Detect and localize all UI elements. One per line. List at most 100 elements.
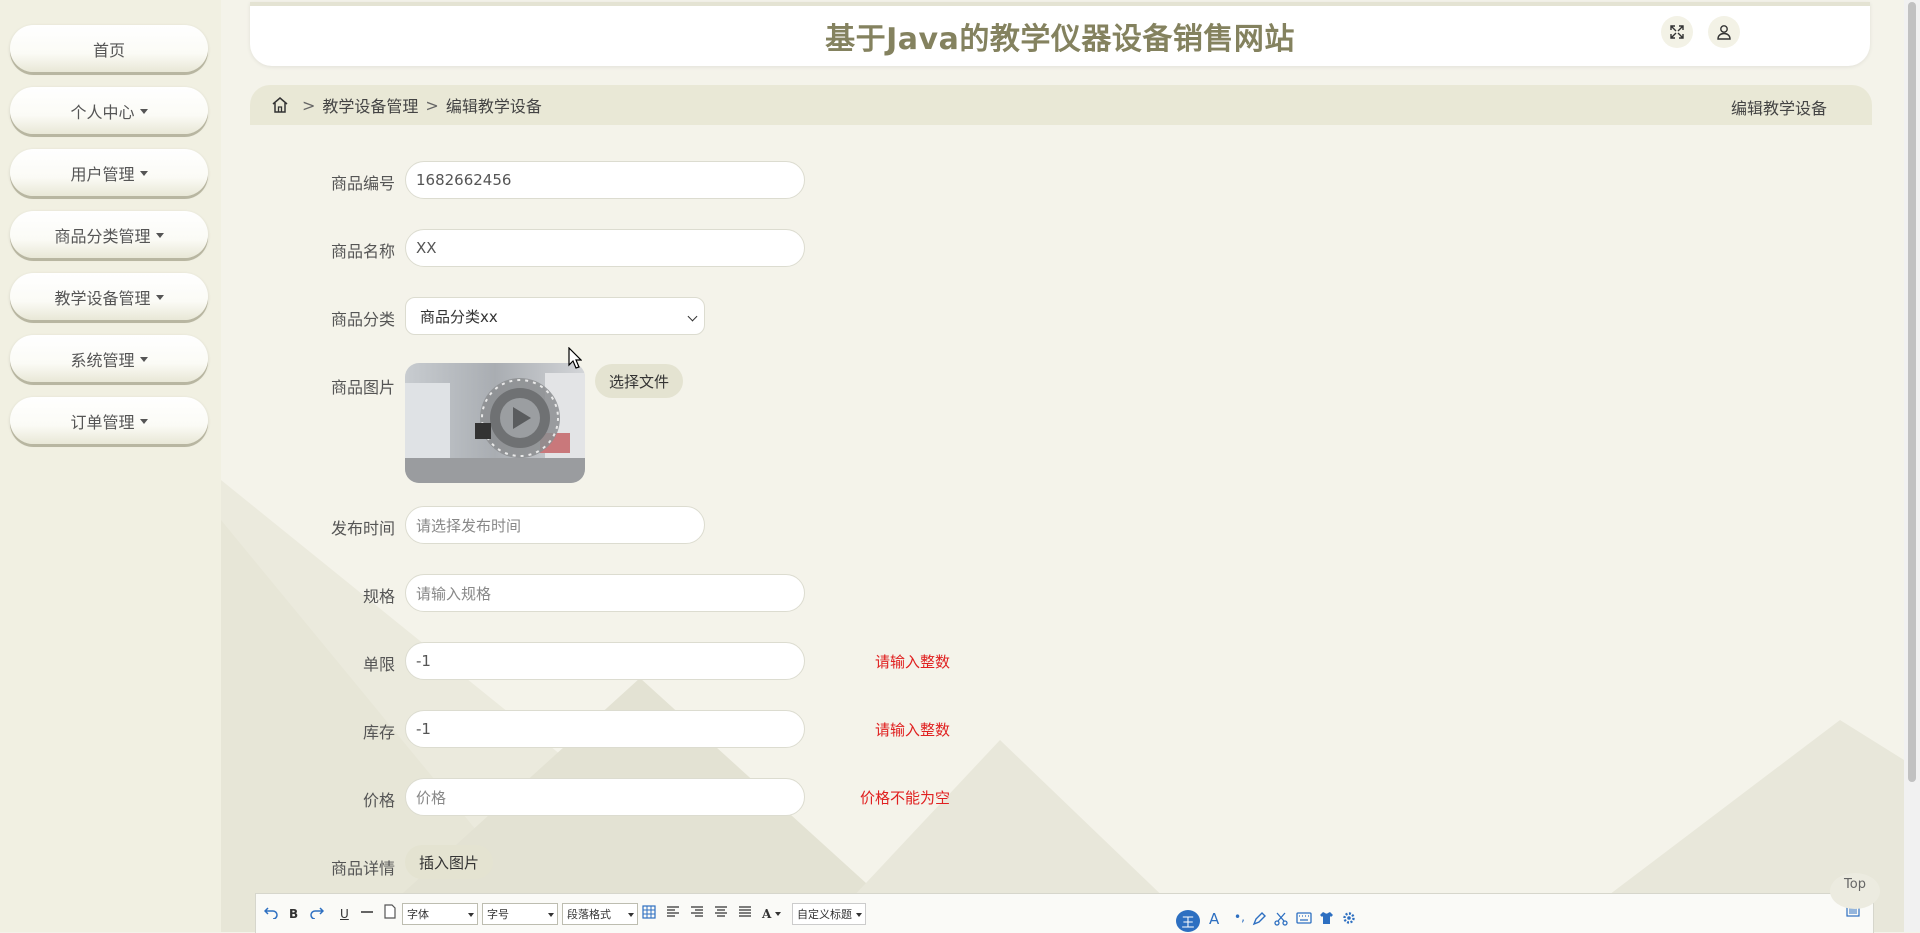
caret-down-icon bbox=[139, 419, 148, 424]
form-row-image: 商品图片 选择文件 bbox=[250, 364, 1250, 404]
sidebar-item-orders[interactable]: 订单管理 bbox=[10, 397, 208, 444]
form-row-name: 商品名称 XX bbox=[250, 228, 1250, 268]
price-input[interactable]: 价格 bbox=[405, 778, 805, 816]
form-row-detail: 商品详情 插入图片 bbox=[250, 845, 1250, 885]
align-justify-icon[interactable] bbox=[738, 905, 752, 919]
sidebar-item-label: 首页 bbox=[92, 40, 125, 60]
fullscreen-button[interactable] bbox=[1661, 16, 1693, 48]
bold-button[interactable]: B bbox=[289, 903, 298, 925]
detail-label: 商品详情 bbox=[330, 859, 395, 878]
chevron-down-icon bbox=[687, 311, 698, 322]
font-color-button[interactable]: A bbox=[762, 903, 771, 925]
category-select[interactable]: 商品分类xx bbox=[405, 297, 705, 335]
choose-file-button[interactable]: 选择文件 bbox=[595, 364, 683, 398]
sidebar-item-equipment[interactable]: 教学设备管理 bbox=[10, 273, 208, 320]
underline-button[interactable]: U bbox=[340, 903, 349, 925]
stock-input[interactable]: -1 bbox=[405, 710, 805, 748]
sidebar: 首页 个人中心 用户管理 商品分类管理 教学设备管理 系统管理 订单管理 bbox=[0, 0, 221, 932]
publish-time-input[interactable]: 请选择发布时间 bbox=[405, 506, 705, 544]
align-left-icon[interactable] bbox=[666, 905, 680, 919]
pen-icon[interactable] bbox=[1252, 912, 1266, 926]
form-row-publish-time: 发布时间 请选择发布时间 bbox=[250, 505, 1250, 545]
sidebar-item-system[interactable]: 系统管理 bbox=[10, 335, 208, 382]
sidebar-item-label: 商品分类管理 bbox=[54, 226, 151, 246]
chevron-down-icon bbox=[856, 913, 862, 917]
category-label: 商品分类 bbox=[330, 310, 395, 329]
sidebar-item-users[interactable]: 用户管理 bbox=[10, 149, 208, 196]
name-input[interactable]: XX bbox=[405, 229, 805, 267]
form-row-limit: 单限 -1 请输入整数 bbox=[250, 641, 1250, 681]
spec-input[interactable]: 请输入规格 bbox=[405, 574, 805, 612]
sidebar-item-home[interactable]: 首页 bbox=[10, 25, 208, 72]
breadcrumb-separator: > bbox=[302, 95, 316, 115]
limit-label: 单限 bbox=[362, 655, 395, 674]
chevron-down-icon bbox=[775, 912, 781, 916]
insert-image-button[interactable]: 插入图片 bbox=[405, 845, 493, 879]
align-right-icon[interactable] bbox=[690, 905, 704, 919]
table-icon[interactable] bbox=[642, 905, 656, 919]
sidebar-item-categories[interactable]: 商品分类管理 bbox=[10, 211, 208, 258]
user-button[interactable] bbox=[1708, 16, 1740, 48]
caret-down-icon bbox=[139, 109, 148, 114]
chevron-down-icon bbox=[548, 913, 554, 917]
breadcrumb: > 教学设备管理 > 编辑教学设备 编辑教学设备 bbox=[250, 85, 1872, 125]
redo-icon[interactable] bbox=[310, 905, 324, 919]
ime-font-icon[interactable]: A bbox=[1209, 910, 1219, 928]
custom-heading-select[interactable]: 自定义标题 bbox=[792, 903, 866, 925]
sidebar-item-label: 订单管理 bbox=[70, 412, 135, 432]
font-size-select-value: 字号 bbox=[487, 908, 509, 921]
font-family-select-value: 字体 bbox=[407, 908, 429, 921]
chevron-down-icon bbox=[628, 913, 634, 917]
product-image-preview bbox=[405, 363, 585, 483]
home-icon[interactable] bbox=[270, 95, 290, 115]
paragraph-format-select[interactable]: 段落格式 bbox=[562, 903, 638, 925]
price-error: 价格不能为空 bbox=[860, 789, 951, 807]
code-label: 商品编号 bbox=[330, 174, 395, 193]
back-to-top-button[interactable]: Top bbox=[1830, 873, 1880, 909]
shirt-icon[interactable] bbox=[1319, 911, 1334, 925]
keyboard-icon[interactable] bbox=[1296, 912, 1312, 924]
publish-time-label: 发布时间 bbox=[330, 519, 395, 538]
spec-label: 规格 bbox=[362, 587, 395, 606]
price-label: 价格 bbox=[362, 791, 395, 810]
edit-form: 商品编号 1682662456 商品名称 XX 商品分类 商品分类xx 商品图片… bbox=[250, 125, 1250, 905]
scissors-icon[interactable] bbox=[1274, 912, 1288, 926]
align-center-icon[interactable] bbox=[714, 905, 728, 919]
custom-heading-select-value: 自定义标题 bbox=[797, 908, 852, 921]
sidebar-item-profile[interactable]: 个人中心 bbox=[10, 87, 208, 134]
ime-punct-icon[interactable]: •, bbox=[1234, 910, 1245, 924]
user-icon bbox=[1717, 25, 1731, 40]
code-input[interactable]: 1682662456 bbox=[405, 161, 805, 199]
undo-icon[interactable] bbox=[264, 905, 278, 919]
chevron-down-icon bbox=[468, 913, 474, 917]
gear-icon[interactable] bbox=[1342, 911, 1356, 925]
font-family-select[interactable]: 字体 bbox=[402, 903, 478, 925]
scrollbar-thumb[interactable] bbox=[1908, 2, 1916, 782]
caret-down-icon bbox=[155, 233, 164, 238]
form-row-code: 商品编号 1682662456 bbox=[250, 160, 1250, 200]
caret-down-icon bbox=[155, 295, 164, 300]
product-image bbox=[405, 363, 585, 483]
limit-error: 请输入整数 bbox=[875, 653, 951, 671]
limit-input[interactable]: -1 bbox=[405, 642, 805, 680]
form-row-stock: 库存 -1 请输入整数 bbox=[250, 709, 1250, 749]
expand-icon bbox=[1670, 25, 1684, 39]
horizontal-rule-icon[interactable] bbox=[360, 905, 374, 919]
sidebar-item-label: 用户管理 bbox=[70, 164, 135, 184]
ime-logo-icon[interactable]: 王 bbox=[1176, 910, 1200, 932]
breadcrumb-item-equipment[interactable]: 教学设备管理 bbox=[322, 93, 418, 117]
back-to-top-label: Top bbox=[1844, 877, 1866, 892]
stock-label: 库存 bbox=[362, 723, 395, 742]
page-scrollbar[interactable] bbox=[1904, 0, 1920, 932]
header: 基于Java的教学仪器设备销售网站 bbox=[250, 2, 1870, 66]
caret-down-icon bbox=[139, 357, 148, 362]
rich-text-editor: B U 字体 字号 段落格式 A 自定义标题 王 A •, bbox=[255, 893, 1874, 933]
site-title: 基于Java的教学仪器设备销售网站 bbox=[825, 22, 1295, 57]
font-size-select[interactable]: 字号 bbox=[482, 903, 558, 925]
name-label: 商品名称 bbox=[330, 242, 395, 261]
sidebar-item-label: 教学设备管理 bbox=[54, 288, 151, 308]
caret-down-icon bbox=[139, 171, 148, 176]
form-row-price: 价格 价格 价格不能为空 bbox=[250, 777, 1250, 817]
cursor-icon bbox=[568, 347, 582, 369]
document-icon[interactable] bbox=[384, 904, 396, 919]
